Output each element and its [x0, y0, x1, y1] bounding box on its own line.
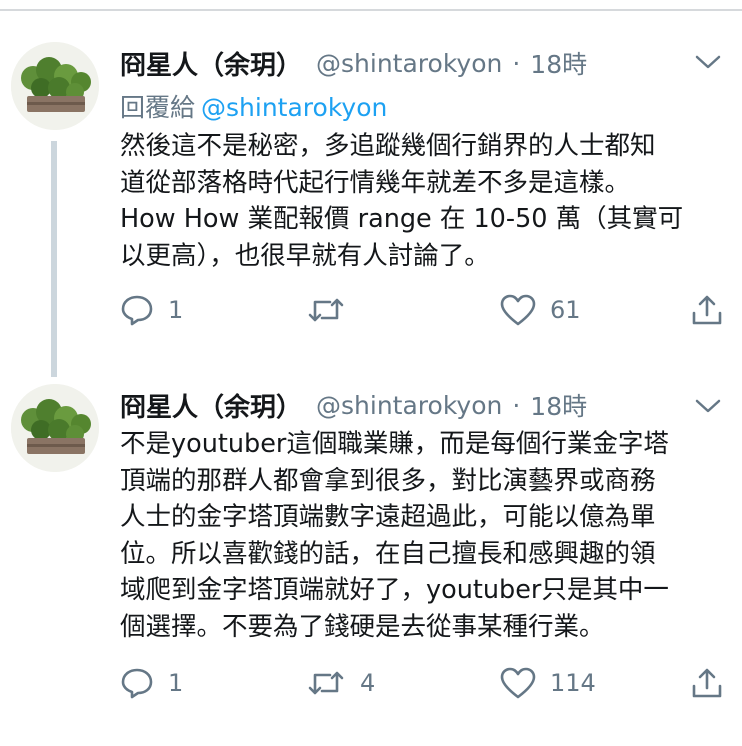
tweet-text-line: 以更高），也很早就有人討論了。: [120, 240, 490, 271]
tweet-text-line: 道從部落格時代起行情幾年就差不多是這樣。: [120, 167, 631, 198]
like-button[interactable]: 61: [500, 290, 581, 330]
reply-button[interactable]: 1: [120, 290, 183, 330]
separator-dot: ·: [512, 390, 521, 420]
top-divider: [0, 9, 742, 11]
tweet-actions: 1 61: [0, 290, 742, 330]
reply-icon: [121, 668, 153, 699]
reply-button[interactable]: 1: [120, 663, 183, 703]
tweet-text-line: 位。所以喜歡錢的話，在自己擅長和感興趣的領: [120, 538, 656, 569]
tweet-actions: 1 4 114: [0, 663, 742, 703]
share-button[interactable]: [690, 663, 724, 703]
display-name[interactable]: 冏星人（余玥）: [120, 45, 302, 82]
tweet-text: 不是youtuber這個職業賺，而是每個行業金字塔 頂端的那群人都會拿到很多，對…: [120, 426, 725, 645]
share-icon: [692, 295, 722, 325]
chevron-down-icon: [695, 399, 721, 413]
reply-count: 1: [168, 296, 184, 324]
avatar[interactable]: [11, 42, 99, 130]
display-name[interactable]: 冏星人（余玥）: [120, 387, 302, 424]
reply-icon: [121, 295, 153, 326]
tweet-text-line: 頂端的那群人都會拿到很多，對比演藝界或商務: [120, 465, 656, 496]
like-count: 114: [550, 669, 596, 697]
replying-to: 回覆給 @shintarokyon: [120, 88, 387, 124]
thread-line: [51, 141, 57, 377]
share-icon: [692, 668, 722, 698]
retweet-count: 4: [360, 669, 376, 697]
avatar[interactable]: [11, 384, 99, 472]
tweet-header: 冏星人（余玥） @shintarokyon · 18時: [120, 387, 587, 423]
chevron-down-icon: [695, 55, 721, 69]
retweet-icon: [308, 671, 344, 695]
more-options-button[interactable]: [694, 396, 722, 416]
retweet-button[interactable]: 4: [306, 663, 375, 703]
timestamp[interactable]: 18時: [530, 387, 587, 423]
user-handle[interactable]: @shintarokyon: [316, 49, 502, 78]
retweet-button[interactable]: [306, 290, 360, 330]
like-icon: [500, 294, 536, 326]
tweet-header: 冏星人（余玥） @shintarokyon · 18時: [120, 45, 587, 81]
reply-count: 1: [168, 669, 184, 697]
like-button[interactable]: 114: [500, 663, 596, 703]
share-button[interactable]: [690, 290, 724, 330]
more-options-button[interactable]: [694, 52, 722, 72]
tweet-text-line: 不是youtuber這個職業賺，而是每個行業金字塔: [120, 429, 669, 459]
reply-mention-link[interactable]: @shintarokyon: [201, 93, 387, 122]
tweet-text-line: How How 業配報價 range 在 10-50 萬（其實可: [120, 204, 684, 234]
tweet-text: 然後這不是秘密，多追蹤幾個行銷界的人士都知 道從部落格時代起行情幾年就差不多是這…: [120, 128, 725, 274]
like-icon: [500, 667, 536, 699]
tweet-text-line: 然後這不是秘密，多追蹤幾個行銷界的人士都知: [120, 131, 656, 161]
timestamp[interactable]: 18時: [530, 45, 587, 81]
tweet-text-line: 人士的金字塔頂端數字遠超過此，可能以億為單: [120, 502, 656, 532]
retweet-icon: [308, 298, 344, 322]
separator-dot: ·: [512, 48, 521, 78]
tweet-text-line: 域爬到金字塔頂端就好了，youtuber只是其中一: [120, 575, 669, 605]
tweet-text-line: 個選擇。不要為了錢硬是去從事某種行業。: [120, 611, 605, 642]
like-count: 61: [550, 296, 581, 324]
user-handle[interactable]: @shintarokyon: [316, 391, 502, 420]
reply-prefix: 回覆給: [120, 93, 196, 122]
